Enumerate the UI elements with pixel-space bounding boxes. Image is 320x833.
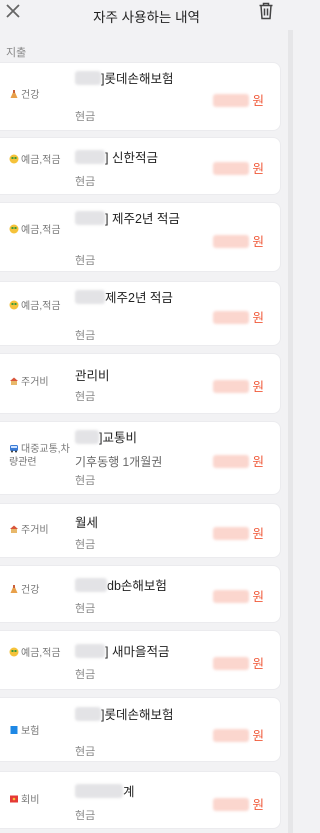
list-item[interactable]: 예금,적금 ] 제주2년 적금 현금 원 [0,202,281,272]
category-label: 예금,적금 [9,154,71,167]
list-item[interactable]: 대중교통,차량관련 ]교통비 기후동행 1개월권 현금 원 [0,421,281,495]
memo: ] 신한적금 [75,150,205,167]
header: 자주 사용하는 내역 [0,0,293,30]
category-label: 건강 [9,89,71,102]
list-item[interactable]: 보험 ]롯데손해보험 현금 원 [0,697,281,762]
memo: 관리비 [75,369,110,383]
amount: 원 [213,158,264,177]
list-item[interactable]: 예금,적금 ] 신한적금 현금 원 [0,137,281,195]
memo: ]롯데손해보험 [75,707,205,724]
category-label: 주거비 [9,376,71,389]
payment-method: 현금 [75,475,96,487]
list-item[interactable]: 예금,적금 제주2년 적금 현금 원 [0,281,281,346]
payment-method: 현금 [75,810,96,822]
money-face-icon [9,154,19,164]
money-face-icon [9,300,19,310]
memo: ]롯데손해보험 [75,71,205,88]
list-item[interactable]: 건강 db손해보험 현금 원 [0,565,281,623]
amount: 원 [213,90,264,109]
book-icon [10,726,18,734]
amount: 원 [213,725,264,744]
memo-detail: 기후동행 1개월권 [75,455,163,469]
house-icon [10,525,18,533]
amount: 원 [213,451,264,470]
memo: ]교통비 [75,430,205,447]
category-label: 예금,적금 [9,224,71,237]
memo: 제주2년 적금 [75,290,205,307]
amount: 원 [213,794,264,813]
amount: 원 [213,523,264,542]
memo: 월세 [75,516,99,530]
category-label: 예금,적금 [9,647,71,660]
scrollbar[interactable] [288,30,293,833]
memo: 계 [75,784,205,801]
list-item[interactable]: 건강 ]롯데손해보험 현금 원 [0,62,281,131]
trash-icon[interactable] [258,2,276,22]
list-item[interactable]: 주거비 월세 현금 원 [0,503,281,558]
payment-method: 현금 [75,746,96,758]
category-label: 예금,적금 [9,300,71,313]
payment-method: 현금 [75,603,96,615]
payment-method: 현금 [75,391,96,403]
payment-method: 현금 [75,255,96,267]
list-item[interactable]: 주거비 관리비 현금 원 [0,353,281,414]
house-icon [10,377,18,385]
money-face-icon [9,224,19,234]
memo: db손해보험 [75,578,205,595]
payment-method: 현금 [75,176,96,188]
category-label: 건강 [9,584,71,597]
category-label: 대중교통,차량관련 [9,444,70,468]
list-item[interactable]: 예금,적금 ] 새마을적금 현금 원 [0,630,281,690]
memo: ] 새마을적금 [75,644,205,661]
payment-method: 현금 [75,330,96,342]
amount: 원 [213,376,264,395]
health-icon [10,90,18,98]
amount: 원 [213,231,264,250]
payment-method: 현금 [75,539,96,551]
section-label: 지출 [6,47,27,59]
amount: 원 [213,307,264,326]
memo: ] 제주2년 적금 [75,211,205,228]
page-title: 자주 사용하는 내역 [93,10,200,25]
list-item[interactable]: 회비 계 현금 원 [0,771,281,829]
amount: 원 [213,653,264,672]
category-label: 주거비 [9,524,71,537]
payment-method: 현금 [75,669,96,681]
category-label: 회비 [9,794,71,807]
bus-icon [10,445,18,453]
money-face-icon [9,647,19,657]
payment-method: 현금 [75,111,96,123]
health-icon [10,585,18,593]
red-envelope-icon [10,795,18,803]
category-label: 보험 [9,725,71,738]
amount: 원 [213,586,264,605]
